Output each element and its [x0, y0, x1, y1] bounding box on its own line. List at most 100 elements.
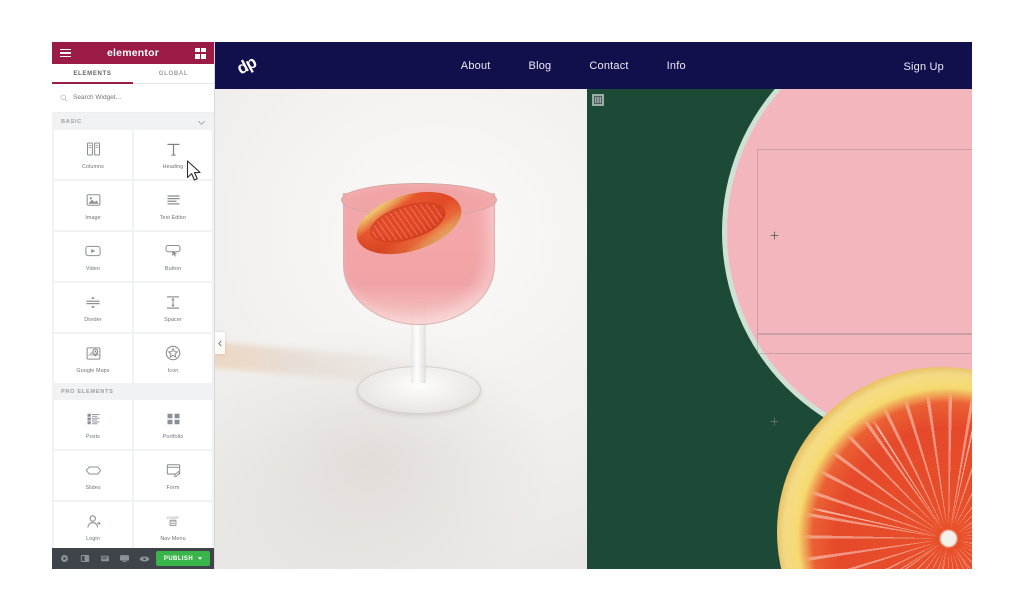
widget-label: Google Maps	[76, 367, 110, 374]
widget-google-maps[interactable]: Google Maps	[54, 334, 132, 383]
nav-cta: Sign Up	[903, 57, 944, 75]
widget-label: Login	[86, 535, 100, 542]
history-icon[interactable]	[96, 552, 113, 566]
section-handle[interactable]	[592, 94, 604, 106]
section-header-pro-elements[interactable]: PRO ELEMENTS	[52, 383, 214, 400]
widget-label: Posts	[86, 433, 100, 440]
widget-grid-basic: Columns Heading Image Text Editor Video …	[52, 130, 214, 383]
star-icon	[164, 344, 183, 363]
hamburger-menu-icon[interactable]	[60, 48, 71, 59]
collapse-panel-button[interactable]	[215, 332, 225, 354]
caret-down-icon[interactable]	[198, 557, 203, 560]
panel-header: elementor	[52, 42, 214, 64]
panel-tabs: ELEMENTS GLOBAL	[52, 64, 214, 84]
column-handle-icon	[594, 96, 602, 104]
widget-portfolio[interactable]: Portfolio	[134, 400, 212, 449]
sign-up-link[interactable]: Sign Up	[903, 61, 944, 73]
form-icon	[164, 461, 183, 480]
widget-label: Video	[85, 265, 101, 272]
widget-label: Divider	[84, 316, 102, 323]
widget-label: Form	[166, 484, 180, 491]
widget-text-editor[interactable]: Text Editor	[134, 181, 212, 230]
widget-icon[interactable]: Icon	[134, 334, 212, 383]
video-icon	[84, 242, 103, 261]
widget-login[interactable]: Login	[54, 502, 132, 548]
widget-slides[interactable]: Slides	[54, 451, 132, 500]
search-box[interactable]	[60, 90, 206, 105]
add-widget-plus-bottom[interactable]	[769, 416, 780, 427]
navigator-icon[interactable]	[76, 552, 93, 566]
widgets-scroll-area[interactable]: BASIC Columns Heading Image Text Editor …	[52, 113, 214, 548]
elementor-editor-window: elementor ELEMENTS GLOBAL Search Widget.…	[52, 42, 972, 569]
widget-label: Image	[85, 214, 101, 221]
nav-link-contact[interactable]: Contact	[589, 60, 628, 72]
tab-global[interactable]: GLOBAL	[133, 64, 214, 83]
nav-link-info[interactable]: Info	[667, 60, 686, 72]
button-icon	[164, 242, 183, 261]
elementor-brand-label: elementor	[107, 46, 159, 59]
widget-button[interactable]: Button	[134, 232, 212, 281]
widget-label: Button	[164, 265, 182, 272]
plus-icon	[770, 231, 779, 240]
google-maps-icon	[84, 344, 103, 363]
text-editor-icon	[164, 191, 183, 210]
screen-root: elementor ELEMENTS GLOBAL Search Widget.…	[0, 0, 1024, 609]
add-widget-plus-top[interactable]	[769, 230, 780, 241]
widget-label: Spacer	[164, 316, 182, 323]
site-logo[interactable]: dp	[234, 53, 260, 79]
widget-divider[interactable]: Divider	[54, 283, 132, 332]
search-widget-container	[52, 84, 214, 113]
search-input[interactable]	[73, 94, 206, 101]
widget-heading[interactable]: Heading	[134, 130, 212, 179]
posts-icon	[84, 410, 103, 429]
hero-column-graphic[interactable]	[587, 89, 972, 569]
site-navigation-bar: dp About Blog Contact Info Sign Up	[215, 42, 972, 89]
image-icon	[84, 191, 103, 210]
cocktail-glass	[325, 180, 515, 451]
search-icon	[60, 94, 68, 101]
widget-columns[interactable]: Columns	[54, 130, 132, 179]
responsive-mode-icon[interactable]	[116, 552, 133, 566]
slides-icon	[84, 461, 103, 480]
section-title-pro-elements: PRO ELEMENTS	[61, 389, 114, 395]
widget-label: Nav Menu	[160, 535, 186, 542]
editor-canvas[interactable]: dp About Blog Contact Info Sign Up	[215, 42, 972, 569]
settings-gear-icon[interactable]	[56, 552, 73, 566]
widget-label: Icon	[167, 367, 179, 374]
widget-posts[interactable]: Posts	[54, 400, 132, 449]
widget-grid-pro: Posts Portfolio Slides Form Login KOOP N…	[52, 400, 214, 548]
publish-label: PUBLISH	[163, 555, 194, 562]
nav-links: About Blog Contact Info	[461, 60, 686, 72]
nav-link-blog[interactable]: Blog	[529, 60, 552, 72]
widget-nav-menu[interactable]: KOOP Nav Menu	[134, 502, 212, 548]
divider-icon	[84, 293, 103, 312]
heading-icon	[164, 140, 183, 159]
nav-menu-icon: KOOP	[164, 512, 183, 531]
chevron-down-icon[interactable]	[199, 119, 205, 125]
nav-link-about[interactable]: About	[461, 60, 491, 72]
publish-button[interactable]: PUBLISH	[156, 551, 210, 566]
widget-image[interactable]: Image	[54, 181, 132, 230]
tab-elements[interactable]: ELEMENTS	[52, 64, 133, 84]
widget-label: Slides	[85, 484, 101, 491]
widget-label: Heading	[162, 163, 184, 170]
hero-column-photo[interactable]	[215, 89, 587, 569]
svg-text:KOOP: KOOP	[167, 515, 179, 520]
plus-icon	[770, 417, 779, 426]
portfolio-icon	[164, 410, 183, 429]
widget-form[interactable]: Form	[134, 451, 212, 500]
widget-video[interactable]: Video	[54, 232, 132, 281]
widget-label: Text Editor	[159, 214, 187, 221]
widget-spacer[interactable]: Spacer	[134, 283, 212, 332]
grid-apps-icon[interactable]	[194, 47, 206, 59]
elementor-left-panel: elementor ELEMENTS GLOBAL Search Widget.…	[52, 42, 215, 569]
preview-eye-icon[interactable]	[136, 552, 153, 566]
chevron-left-icon	[218, 339, 222, 347]
login-icon	[84, 512, 103, 531]
section-title-basic: BASIC	[61, 119, 82, 125]
widget-label: Portfolio	[162, 433, 184, 440]
widget-label: Columns	[82, 163, 104, 170]
section-header-basic[interactable]: BASIC	[52, 113, 214, 130]
panel-footer-toolbar: PUBLISH	[52, 548, 214, 569]
hero-section	[215, 89, 972, 569]
